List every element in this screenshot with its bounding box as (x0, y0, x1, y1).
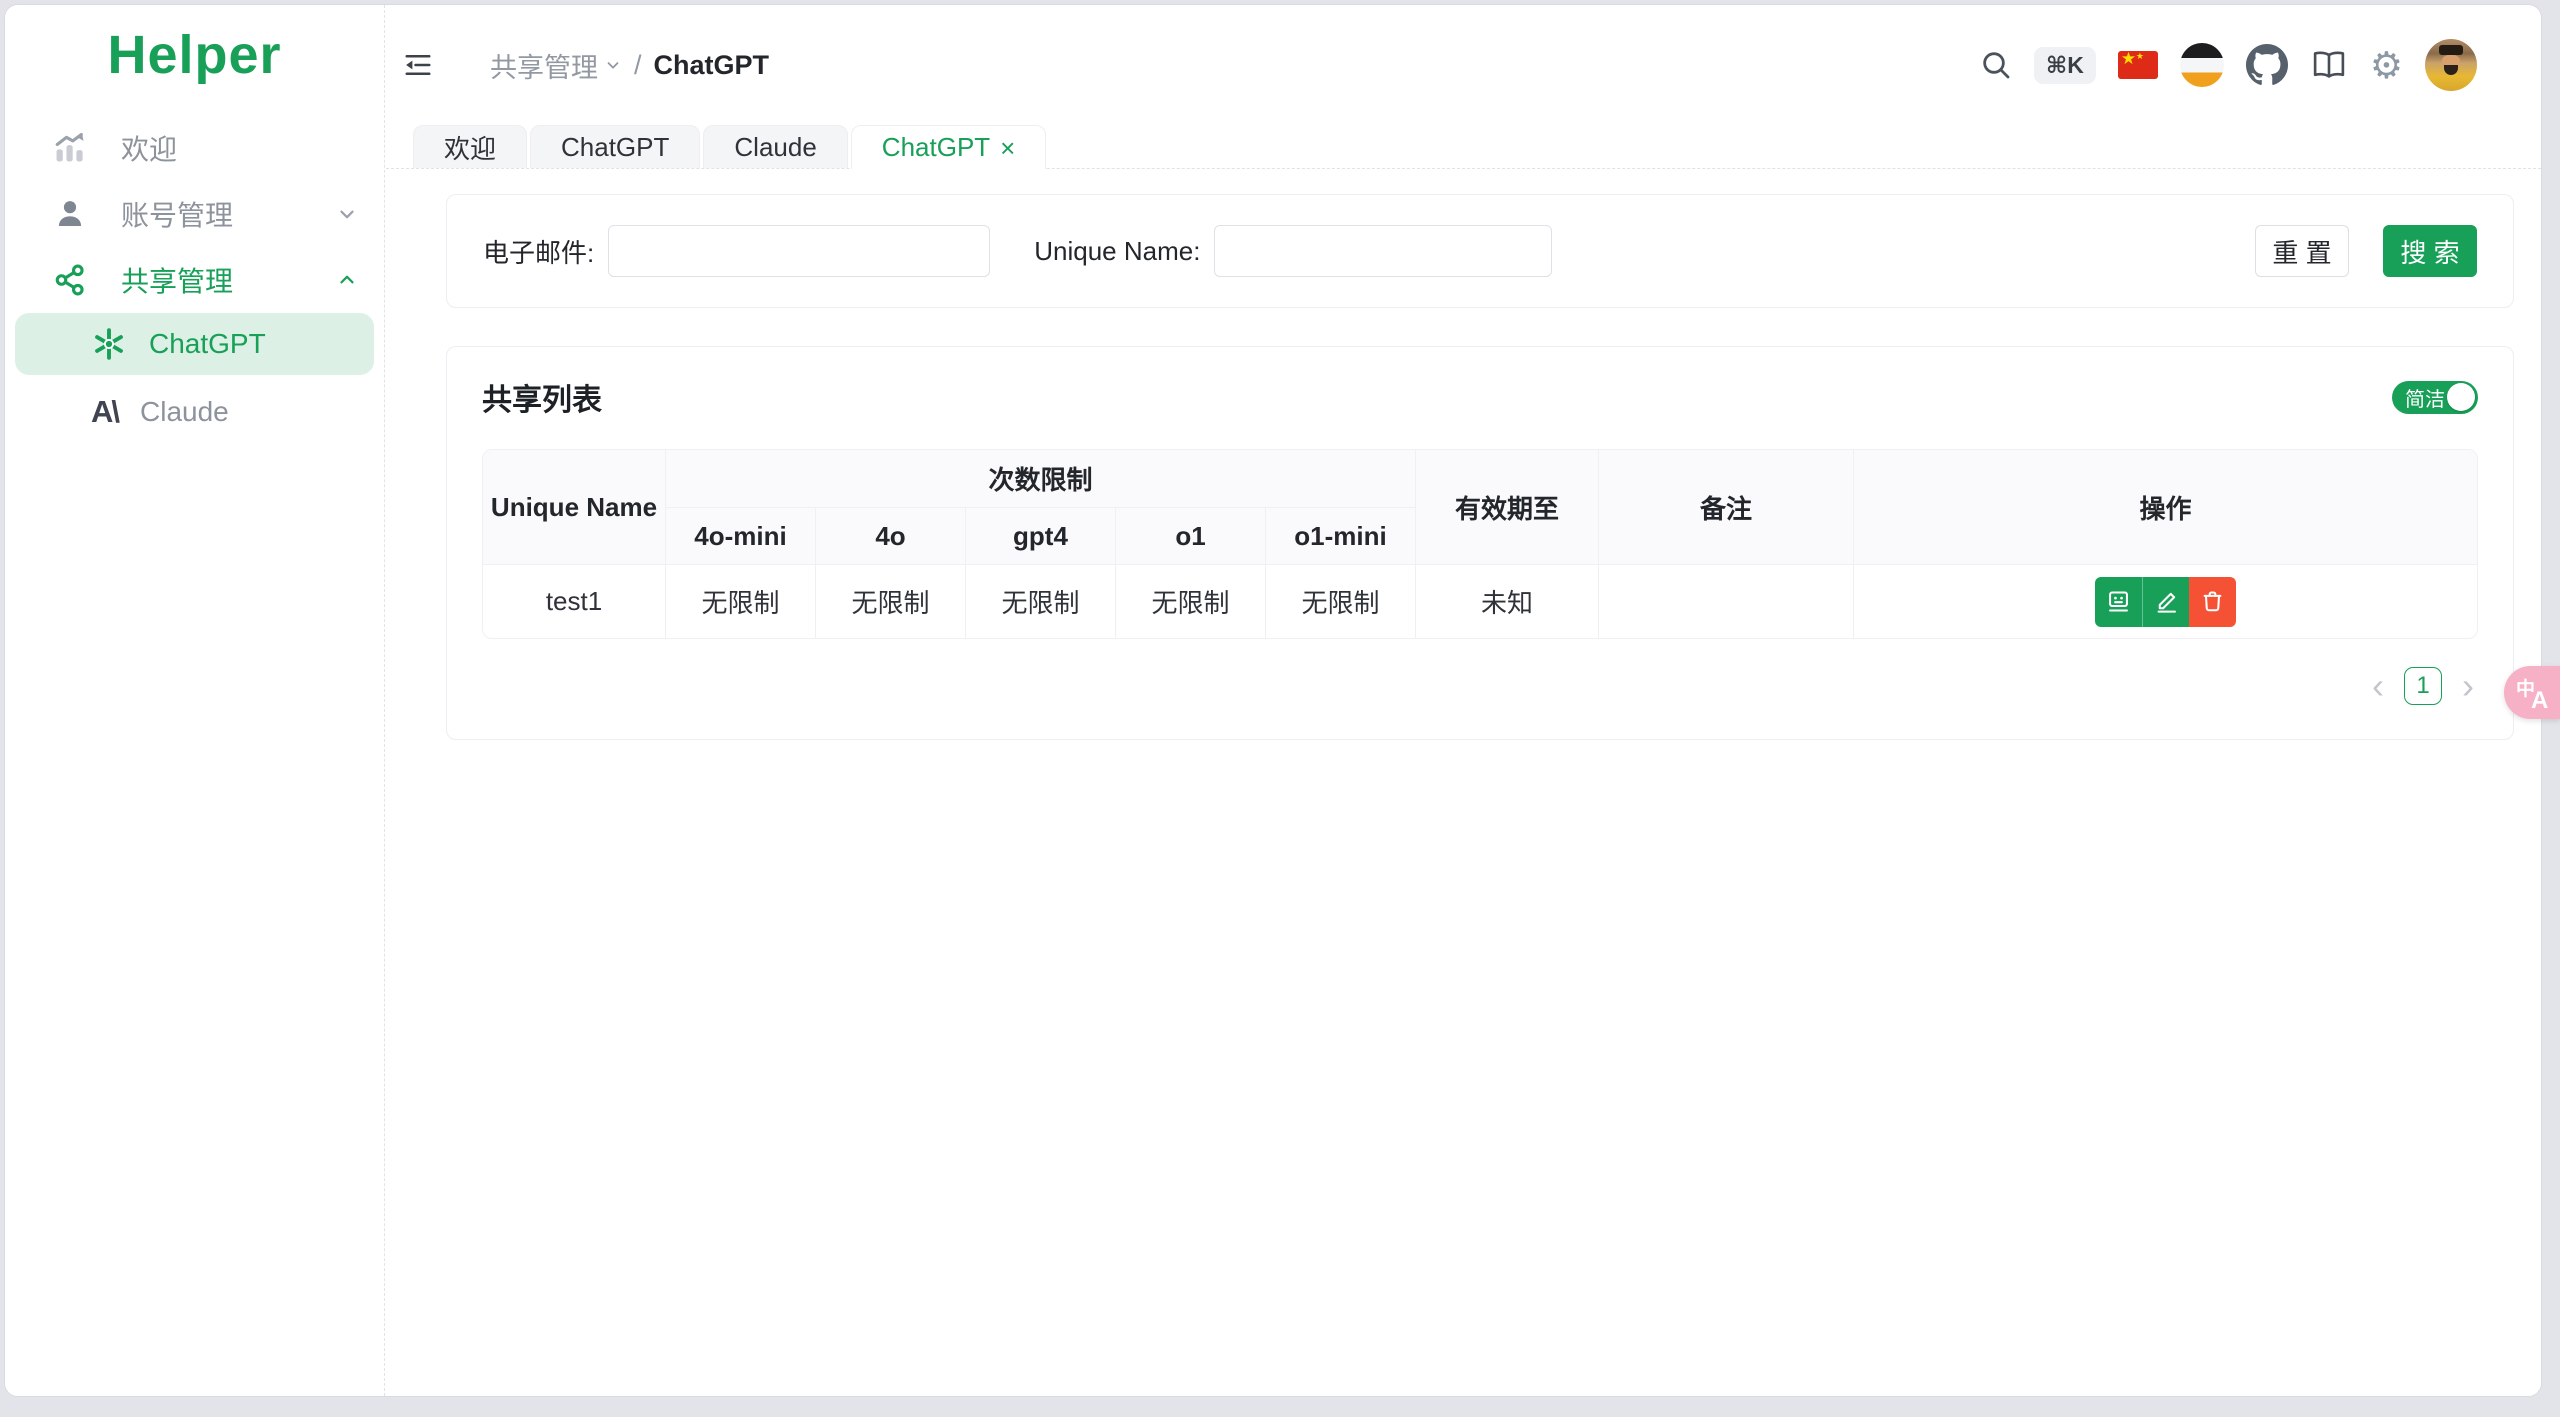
col-header-expire: 有效期至 (1416, 450, 1600, 565)
prev-page-icon[interactable]: ‹ (2368, 668, 2388, 704)
sidebar-item-welcome[interactable]: 欢迎 (5, 115, 384, 181)
github-icon[interactable] (2245, 44, 2288, 86)
cell-limit-4o-mini: 无限制 (666, 565, 816, 638)
next-page-icon[interactable]: › (2458, 668, 2478, 704)
col-header-gpt4: gpt4 (966, 508, 1116, 565)
sidebar-item-label: ChatGPT (149, 328, 266, 359)
col-header-4o-mini: 4o-mini (666, 508, 816, 565)
shortcut-badge[interactable]: ⌘K (2033, 46, 2096, 84)
breadcrumb-separator: / (634, 49, 642, 80)
sidebar-menu: 欢迎 账号管理 共享管理 ChatGPT A\ Claude (5, 105, 384, 443)
breadcrumb: 共享管理 / ChatGPT (490, 46, 1980, 85)
openai-logo-icon (91, 326, 127, 362)
cell-note (1599, 565, 1855, 638)
cell-limit-o1: 无限制 (1116, 565, 1266, 638)
content: 电子邮件: Unique Name: 重 置 搜 索 共享列表 简洁 Uniqu… (386, 169, 2541, 740)
close-icon[interactable]: × (1000, 135, 1015, 161)
sidebar-item-label: 欢迎 (121, 134, 178, 165)
cell-expire: 未知 (1416, 565, 1600, 638)
unique-name-field-group: Unique Name: (1034, 225, 1553, 277)
unique-name-label: Unique Name: (1034, 235, 1201, 266)
anthropic-logo-icon: A\ (91, 394, 120, 429)
topbar: 共享管理 / ChatGPT ⌘K ★ ★ ⚙ (386, 5, 2541, 125)
language-flag-icon[interactable]: ★ ★ (2117, 49, 2158, 79)
sidebar-item-label: 账号管理 (121, 200, 234, 231)
translate-fab[interactable]: 中 A (2504, 666, 2560, 719)
cell-limit-4o: 无限制 (816, 565, 966, 638)
app-logo: Helper (107, 25, 282, 85)
search-icon[interactable] (1980, 49, 2012, 81)
chart-icon (53, 131, 87, 165)
pagination: ‹ 1 › (482, 667, 2478, 705)
menu-fold-icon (405, 55, 431, 75)
theme-stripes-icon[interactable] (2179, 43, 2224, 87)
cell-limit-o1-mini: 无限制 (1266, 565, 1417, 638)
share-icon (53, 263, 87, 297)
tab-claude[interactable]: Claude (703, 125, 848, 168)
edit-pencil-icon (2157, 592, 2176, 613)
col-header-o1: o1 (1116, 508, 1266, 565)
breadcrumb-current: ChatGPT (653, 49, 770, 80)
page-1-button[interactable]: 1 (2404, 667, 2442, 705)
col-header-actions: 操作 (1854, 450, 2477, 565)
topbar-icons: ⌘K ★ ★ ⚙ (1980, 39, 2477, 91)
user-avatar[interactable] (2425, 39, 2477, 91)
email-field-group: 电子邮件: (483, 225, 991, 277)
share-list-card: 共享列表 简洁 Unique Name 次数限制 有效期至 备注 操作 4o-m… (446, 346, 2514, 740)
email-input[interactable] (608, 225, 991, 277)
chevron-up-icon (336, 269, 358, 291)
sidebar-item-accounts[interactable]: 账号管理 (5, 181, 384, 247)
edit-button[interactable] (2142, 576, 2189, 627)
compact-toggle-label: 简洁 (2405, 388, 2445, 411)
main-area: 共享管理 / ChatGPT ⌘K ★ ★ ⚙ 欢迎 ChatGPT Claud… (386, 5, 2541, 1396)
filter-card: 电子邮件: Unique Name: 重 置 搜 索 (446, 194, 2514, 308)
settings-gear-icon[interactable]: ⚙ (2370, 47, 2403, 84)
sidebar-item-share[interactable]: 共享管理 (5, 247, 384, 313)
reset-button[interactable]: 重 置 (2255, 225, 2349, 277)
tab-welcome[interactable]: 欢迎 (413, 125, 528, 168)
app-window: Helper 欢迎 账号管理 共享管理 ChatGPT A\ Claude 共享… (4, 4, 2542, 1397)
sidebar-item-label: 共享管理 (121, 266, 234, 297)
chevron-down-icon (336, 203, 358, 225)
row-action-group (2095, 576, 2236, 627)
share-table: Unique Name 次数限制 有效期至 备注 操作 4o-mini 4o g… (482, 449, 2478, 639)
sidebar-item-claude[interactable]: A\ Claude (15, 381, 374, 443)
chevron-down-icon (607, 62, 619, 69)
trash-icon (2203, 591, 2222, 612)
email-label: 电子邮件: (483, 237, 595, 268)
delete-button[interactable] (2189, 576, 2236, 627)
list-title: 共享列表 (482, 384, 602, 417)
sidebar-item-chatgpt[interactable]: ChatGPT (15, 313, 374, 375)
search-button[interactable]: 搜 索 (2383, 225, 2477, 277)
sidebar-collapse-button[interactable] (398, 45, 438, 85)
table-row: test1 无限制 无限制 无限制 无限制 无限制 未知 (483, 565, 2477, 638)
toggle-knob (2447, 383, 2475, 411)
col-header-note: 备注 (1599, 450, 1855, 565)
share-account-button[interactable] (2095, 576, 2142, 627)
docs-book-icon[interactable] (2310, 48, 2348, 82)
tab-chatgpt-active[interactable]: ChatGPT × (850, 125, 1047, 169)
col-header-unique-name: Unique Name (483, 450, 666, 565)
id-card-icon (2109, 591, 2128, 612)
user-icon (53, 197, 87, 231)
sidebar-item-label: Claude (140, 396, 229, 427)
unique-name-input[interactable] (1214, 225, 1553, 277)
list-header: 共享列表 简洁 (482, 375, 2478, 419)
breadcrumb-parent[interactable]: 共享管理 (490, 46, 622, 85)
col-header-4o: 4o (816, 508, 966, 565)
col-header-limits: 次数限制 (666, 450, 1417, 508)
cell-unique-name: test1 (483, 565, 666, 638)
sidebar: Helper 欢迎 账号管理 共享管理 ChatGPT A\ Claude (5, 5, 385, 1396)
col-header-o1-mini: o1-mini (1266, 508, 1417, 565)
cell-limit-gpt4: 无限制 (966, 565, 1116, 638)
tab-chatgpt[interactable]: ChatGPT (530, 125, 701, 168)
tab-bar: 欢迎 ChatGPT Claude ChatGPT × (386, 125, 2541, 169)
compact-toggle[interactable]: 简洁 (2392, 380, 2478, 414)
cell-actions (1854, 565, 2477, 638)
